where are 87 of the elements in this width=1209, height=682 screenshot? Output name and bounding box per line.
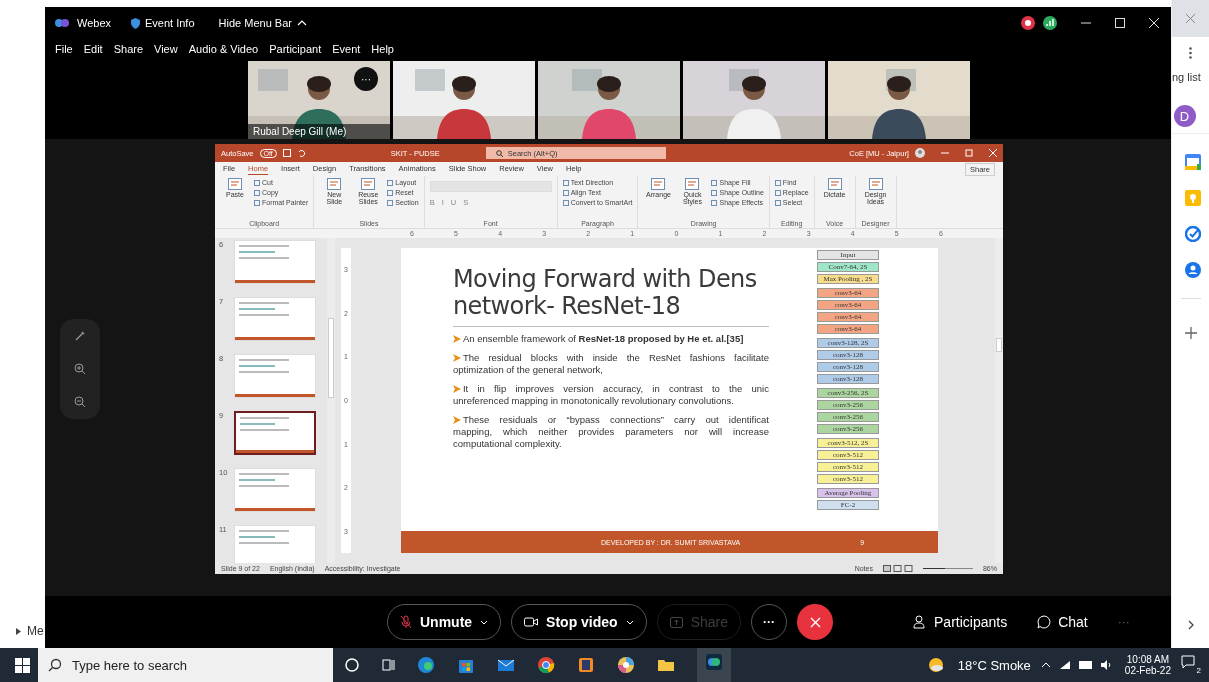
bullet-text: These residuals or “bypass connections” carry out identificat [462,414,769,426]
speaker-icon[interactable] [1100,660,1113,670]
undo-icon[interactable] [296,149,305,157]
record-icon[interactable] [1021,16,1035,30]
bullet-arrow-icon [452,354,461,362]
shield-icon [131,17,140,29]
search-field[interactable]: Type here to search [38,648,333,682]
hide-menu-bar-button[interactable]: Hide Menu Bar [218,17,307,29]
weather-text[interactable]: 18°C Smoke [957,657,1031,673]
participants-button[interactable]: Participants [913,614,1008,630]
chevron-down-icon [625,619,634,625]
zoom-out-icon[interactable] [73,396,86,409]
clock-time: 10:08 AM [1126,654,1170,665]
list-item[interactable]: Me [27,624,44,638]
menu-item[interactable]: Share [113,43,144,55]
event-info-button[interactable]: Event Info [131,17,195,29]
battery-icon[interactable] [1078,661,1093,669]
chevron-down-icon [480,619,489,625]
webex-logo-icon [54,18,69,28]
view-icons[interactable] [882,565,913,572]
speech-bubble-icon [1181,655,1195,669]
color-wheel-icon[interactable] [617,656,635,674]
more-button[interactable]: ··· [1117,615,1130,629]
scrollbar[interactable] [326,238,335,563]
task-view-icon[interactable] [381,658,395,672]
menu-item[interactable]: Audio & Video [188,43,259,55]
bullet-text: mapping, which neither provides parameters nor will increase [452,426,769,438]
circle-icon[interactable] [345,658,359,672]
menu-item[interactable]: Event [332,43,361,55]
slide-thumbnail[interactable] [233,411,316,455]
caret-up-icon[interactable] [1040,662,1051,668]
calendar-icon[interactable] [1184,154,1201,170]
restore-icon[interactable] [964,149,973,157]
close-icon [809,616,821,628]
wifi-icon[interactable] [1058,660,1071,670]
bullet-arrow-icon [452,335,461,343]
maximize-icon[interactable] [1115,18,1125,28]
menu-item[interactable]: Participant [269,43,322,55]
windows-logo-icon[interactable] [15,657,30,673]
scrollbar[interactable] [994,238,1003,563]
end-call-button[interactable] [797,604,833,640]
sun-icon[interactable] [927,657,944,673]
person-icon [913,615,927,629]
avatar[interactable]: D [1173,105,1196,127]
chat-button[interactable]: Chat [1037,614,1088,630]
menu-item[interactable]: Edit [83,43,103,55]
bullet-arrow-icon [452,385,461,393]
notification-button[interactable]: 2 [1181,655,1201,675]
menu-item[interactable]: File [54,43,73,55]
bullet-text: optimization of the general network, [452,364,604,376]
chrome-icon[interactable] [537,656,555,674]
chat-bubble-icon [1037,615,1052,629]
app-icon[interactable] [705,653,723,671]
share-icon [669,616,683,628]
menu-item[interactable]: Help [371,43,394,55]
clock-date: 02-Feb-22 [1124,665,1171,676]
bullet-text: The residual blocks with inside the ResNet fashions facilitate [462,352,769,364]
signal-icon[interactable] [1043,16,1057,30]
chevron-right-icon[interactable] [1187,620,1194,630]
panel-title: ng list [1172,71,1201,83]
plus-icon[interactable] [1184,327,1197,339]
bullet-text: unreferenced mapping in monotonically revolutionary convolutions. [452,395,735,407]
app-name: Webex [76,17,111,29]
save-icon[interactable] [282,149,291,157]
search-icon [495,149,503,157]
clock[interactable]: 10:08 AM 02-Feb-22 [1124,654,1171,676]
bullet-text: It in flip improves version accuracy, in contrast to the unic [462,383,769,395]
menu-item[interactable]: View [154,43,178,55]
person-circle-icon[interactable] [1184,262,1201,278]
chevron-up-icon [296,20,307,26]
media-player-icon[interactable] [577,656,595,674]
bullet-arrow-icon [452,416,461,424]
zoom-in-icon[interactable] [73,363,86,375]
bullet-text: computational complexity. [452,438,563,450]
bullet-text: An ensemble framework of ResNet-18 proposed by He et. al.[35] [462,333,745,345]
kebab-menu-icon[interactable] [1189,47,1192,59]
camera-icon [524,617,539,627]
avatar-icon[interactable] [914,148,925,158]
slide-title: Moving Forward with Dens [452,266,758,293]
participant-name: Rubal Deep Gill (Me) [247,124,390,139]
search-icon [48,658,62,672]
app-icon[interactable] [417,656,435,674]
notification-count: 2 [1196,666,1201,675]
mic-off-icon [399,615,412,629]
pen-icon[interactable] [73,329,86,342]
caret-icon [16,627,21,635]
slide-title: network- ResNet-18 [452,293,682,320]
